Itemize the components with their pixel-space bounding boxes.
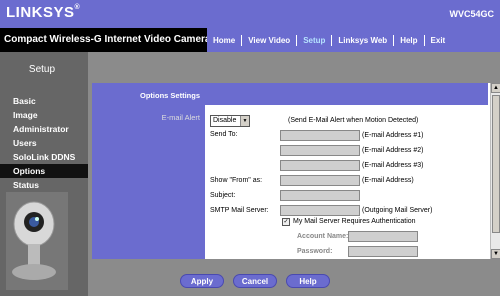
email-address-3-hint: (E-mail Address #3) [362,162,424,169]
scroll-up-icon[interactable]: ▲ [491,83,500,93]
tab-setup[interactable]: Setup [297,36,331,45]
action-buttons: Apply Cancel Help [0,274,500,290]
subject-field[interactable] [280,190,360,201]
email-address-2-hint: (E-mail Address #2) [362,147,424,154]
password-label: Password: [297,248,333,255]
email-alert-select[interactable]: Disable ▼ [210,115,250,127]
tab-help[interactable]: Help [394,36,423,45]
sidebar-item-options[interactable]: Options [0,164,88,178]
auth-checkbox[interactable]: ✓ [282,218,290,226]
product-title: Compact Wireless-G Internet Video Camera [4,34,211,45]
password-field[interactable] [348,246,418,257]
chevron-down-icon: ▼ [240,116,249,126]
panel-scrollbar[interactable]: ▲ ▼ [490,83,500,259]
auth-checkbox-label: My Mail Server Requires Authentication [293,218,416,225]
tab-linksys-web[interactable]: Linksys Web [332,36,393,45]
email-alert-label: E-mail Alert [161,113,200,122]
account-name-label: Account Name: [297,233,349,240]
show-from-label: Show "From" as: [210,177,263,184]
nav-bar: Compact Wireless-G Internet Video Camera… [0,28,500,52]
linksys-logo: LINKSYS® [6,4,81,21]
options-panel: Options Settings E-mail Alert Disable ▼ (… [92,83,500,259]
scroll-down-icon[interactable]: ▼ [491,249,500,259]
smtp-server-hint: (Outgoing Mail Server) [362,207,433,214]
panel-heading: Options Settings [140,91,200,100]
tab-exit[interactable]: Exit [425,36,452,45]
model-number: WVC54GC [449,9,494,19]
show-from-field[interactable] [280,175,360,186]
help-button[interactable]: Help [286,274,330,288]
brand-bar: LINKSYS® WVC54GC [0,0,500,28]
account-name-field[interactable] [348,231,418,242]
sidebar-item-image[interactable]: Image [0,108,88,122]
email-address-1-hint: (E-mail Address #1) [362,132,424,139]
sidebar-item-sololink-ddns[interactable]: SoloLink DDNS [0,150,88,164]
sidebar-item-administrator[interactable]: Administrator [0,122,88,136]
sidebar-title: Setup [28,64,56,75]
apply-button[interactable]: Apply [180,274,224,288]
sidebar-item-status[interactable]: Status [0,178,88,192]
email-alert-value: Disable [213,117,237,124]
cancel-button[interactable]: Cancel [233,274,277,288]
sidebar-menu: Basic Image Administrator Users SoloLink… [0,94,88,192]
scroll-thumb[interactable] [492,95,500,233]
send-to-label: Send To: [210,131,238,138]
sidebar-item-users[interactable]: Users [0,136,88,150]
show-from-hint: (E-mail Address) [362,177,414,184]
sidebar: Setup Basic Image Administrator Users So… [0,52,88,296]
sidebar-item-basic[interactable]: Basic [0,94,88,108]
panel-label-column [92,83,205,259]
main-tabs: Home View Video Setup Linksys Web Help E… [207,28,500,52]
subject-label: Subject: [210,192,236,199]
email-address-2-field[interactable] [280,145,360,156]
panel-heading-strip [205,83,488,105]
smtp-server-label: SMTP Mail Server: [210,207,269,214]
email-alert-hint: (Send E-Mail Alert when Motion Detected) [288,117,419,124]
email-address-1-field[interactable] [280,130,360,141]
email-address-3-field[interactable] [280,160,360,171]
tab-view-video[interactable]: View Video [242,36,296,45]
tab-home[interactable]: Home [207,36,241,45]
smtp-server-field[interactable] [280,205,360,216]
